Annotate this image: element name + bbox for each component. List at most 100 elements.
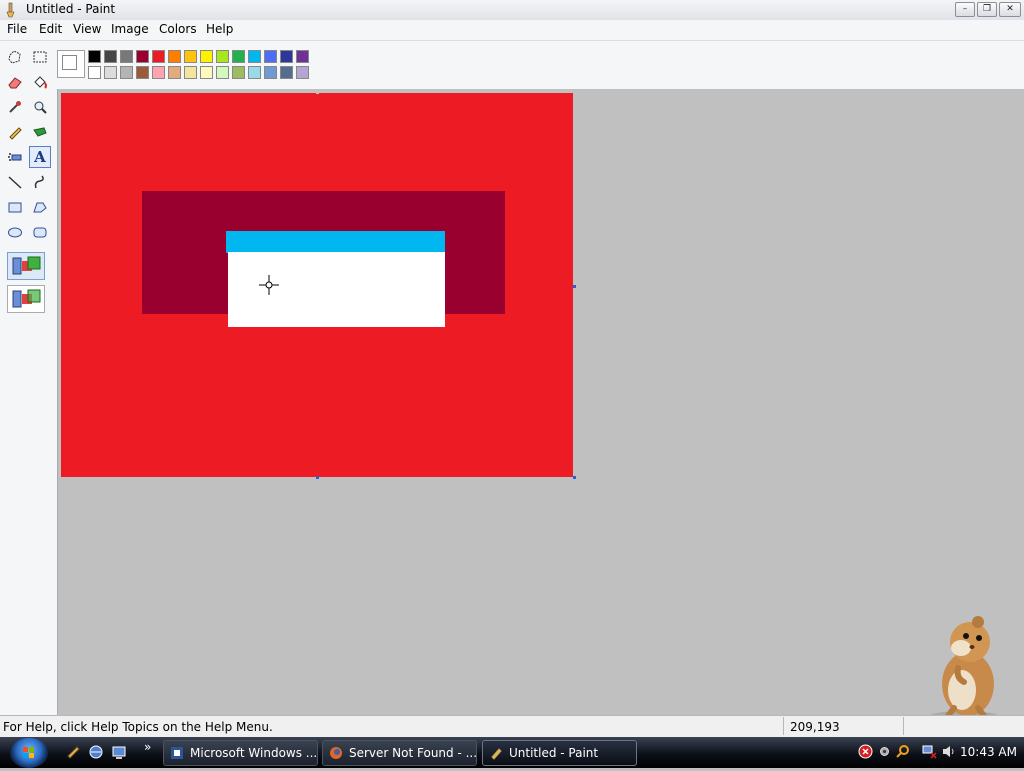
eraser-icon [8,77,22,89]
taskbar-clock[interactable]: 10:43 AM [960,745,1017,759]
select-icon [33,51,47,63]
polygon-icon [33,202,47,213]
color-swatch[interactable] [200,50,213,63]
current-colors-indicator[interactable] [57,50,85,78]
start-button[interactable] [10,738,48,768]
menu-file[interactable]: File [7,22,27,36]
color-swatch[interactable] [88,50,101,63]
windows-logo-icon [23,747,34,758]
status-divider [783,717,784,735]
color-swatch[interactable] [280,50,293,63]
color-swatch[interactable] [248,50,261,63]
color-swatch[interactable] [152,50,165,63]
color-swatch[interactable] [216,50,229,63]
ellipse-icon [8,227,22,238]
transparent-mode-icon [12,289,41,308]
show-desktop-icon[interactable] [111,744,127,760]
error-tray-icon[interactable] [858,744,873,759]
color-swatch[interactable] [120,66,133,79]
magnifier-tool[interactable] [29,96,51,118]
fill-icon [34,76,47,89]
minimize-button[interactable]: – [955,2,975,17]
word-icon [171,747,183,759]
menu-colors[interactable]: Colors [159,22,197,36]
taskbar-button-label: Untitled - Paint [509,746,599,760]
color-swatch[interactable] [264,50,277,63]
menu-image[interactable]: Image [111,22,149,36]
firefox-icon [330,747,342,759]
fill-tool[interactable] [29,71,51,93]
menu-edit[interactable]: Edit [39,22,62,36]
close-button[interactable]: ✕ [999,2,1021,17]
cyan-bar [226,231,445,253]
color-swatch[interactable] [184,50,197,63]
quicklaunch-overflow-chevron[interactable]: » [144,740,151,754]
select-tool[interactable] [29,46,51,68]
color-swatch[interactable] [264,66,277,79]
browser-quicklaunch-icon[interactable] [88,744,104,760]
color-swatch[interactable] [168,50,181,63]
taskbar-button-word[interactable]: Microsoft Windows ... [163,740,318,766]
taskbar-button-firefox[interactable]: Server Not Found - ... [322,740,477,766]
foreground-color [62,55,77,70]
color-swatch[interactable] [232,66,245,79]
color-swatch[interactable] [280,66,293,79]
pick-color-tool[interactable] [4,96,26,118]
taskbar-button-label: Server Not Found - ... [349,746,477,760]
ellipse-tool[interactable] [4,221,26,243]
pick-color-icon [9,101,21,113]
resize-handle-bottom[interactable] [316,476,319,479]
volume-tray-icon[interactable] [941,744,956,759]
color-swatch[interactable] [88,66,101,79]
polygon-tool[interactable] [29,196,51,218]
paint-quicklaunch-icon[interactable] [65,744,81,760]
color-swatch[interactable] [168,66,181,79]
free-form-select-tool[interactable] [4,46,26,68]
resize-handle-right[interactable] [573,285,576,288]
rounded-rectangle-tool[interactable] [29,221,51,243]
menu-bar [0,20,1024,41]
brush-tool[interactable] [29,121,51,143]
line-icon [8,176,22,189]
status-coordinates: 209,193 [790,720,840,734]
taskbar-button-paint[interactable]: Untitled - Paint [482,740,637,766]
color-swatch[interactable] [248,66,261,79]
pencil-icon [9,127,22,140]
maximize-button[interactable]: ❐ [977,2,997,17]
pencil-tool[interactable] [4,121,26,143]
line-tool[interactable] [4,171,26,193]
color-swatch[interactable] [104,66,117,79]
hamster-mascot-icon [930,616,998,721]
search-tray-icon[interactable] [895,744,910,759]
color-swatch[interactable] [296,50,309,63]
curve-tool[interactable] [29,171,51,193]
eraser-tool[interactable] [4,71,26,93]
rounded-rectangle-icon [33,227,47,238]
color-swatch[interactable] [104,50,117,63]
color-swatch[interactable] [184,66,197,79]
resize-handle-corner[interactable] [573,476,576,479]
color-swatch[interactable] [136,50,149,63]
resize-handle-left [58,285,61,288]
color-swatch[interactable] [296,66,309,79]
color-swatch[interactable] [232,50,245,63]
color-swatch[interactable] [136,66,149,79]
window-title: Untitled - Paint [26,2,116,16]
airbrush-icon [8,153,22,161]
rectangle-tool[interactable] [4,196,26,218]
color-swatch[interactable] [152,66,165,79]
menu-view[interactable]: View [73,22,101,36]
color-swatch[interactable] [200,66,213,79]
opaque-background-option[interactable] [7,252,45,280]
settings-tray-icon[interactable] [877,744,892,759]
airbrush-tool[interactable] [4,146,26,168]
paint-icon [491,748,502,760]
transparent-background-option[interactable] [7,285,45,313]
network-tray-icon[interactable] [922,744,937,759]
status-help-text: For Help, click Help Topics on the Help … [3,720,273,734]
text-tool[interactable]: A [29,146,51,168]
free-form-select-icon [8,50,21,64]
menu-help[interactable]: Help [206,22,233,36]
color-swatch[interactable] [216,66,229,79]
color-swatch[interactable] [120,50,133,63]
